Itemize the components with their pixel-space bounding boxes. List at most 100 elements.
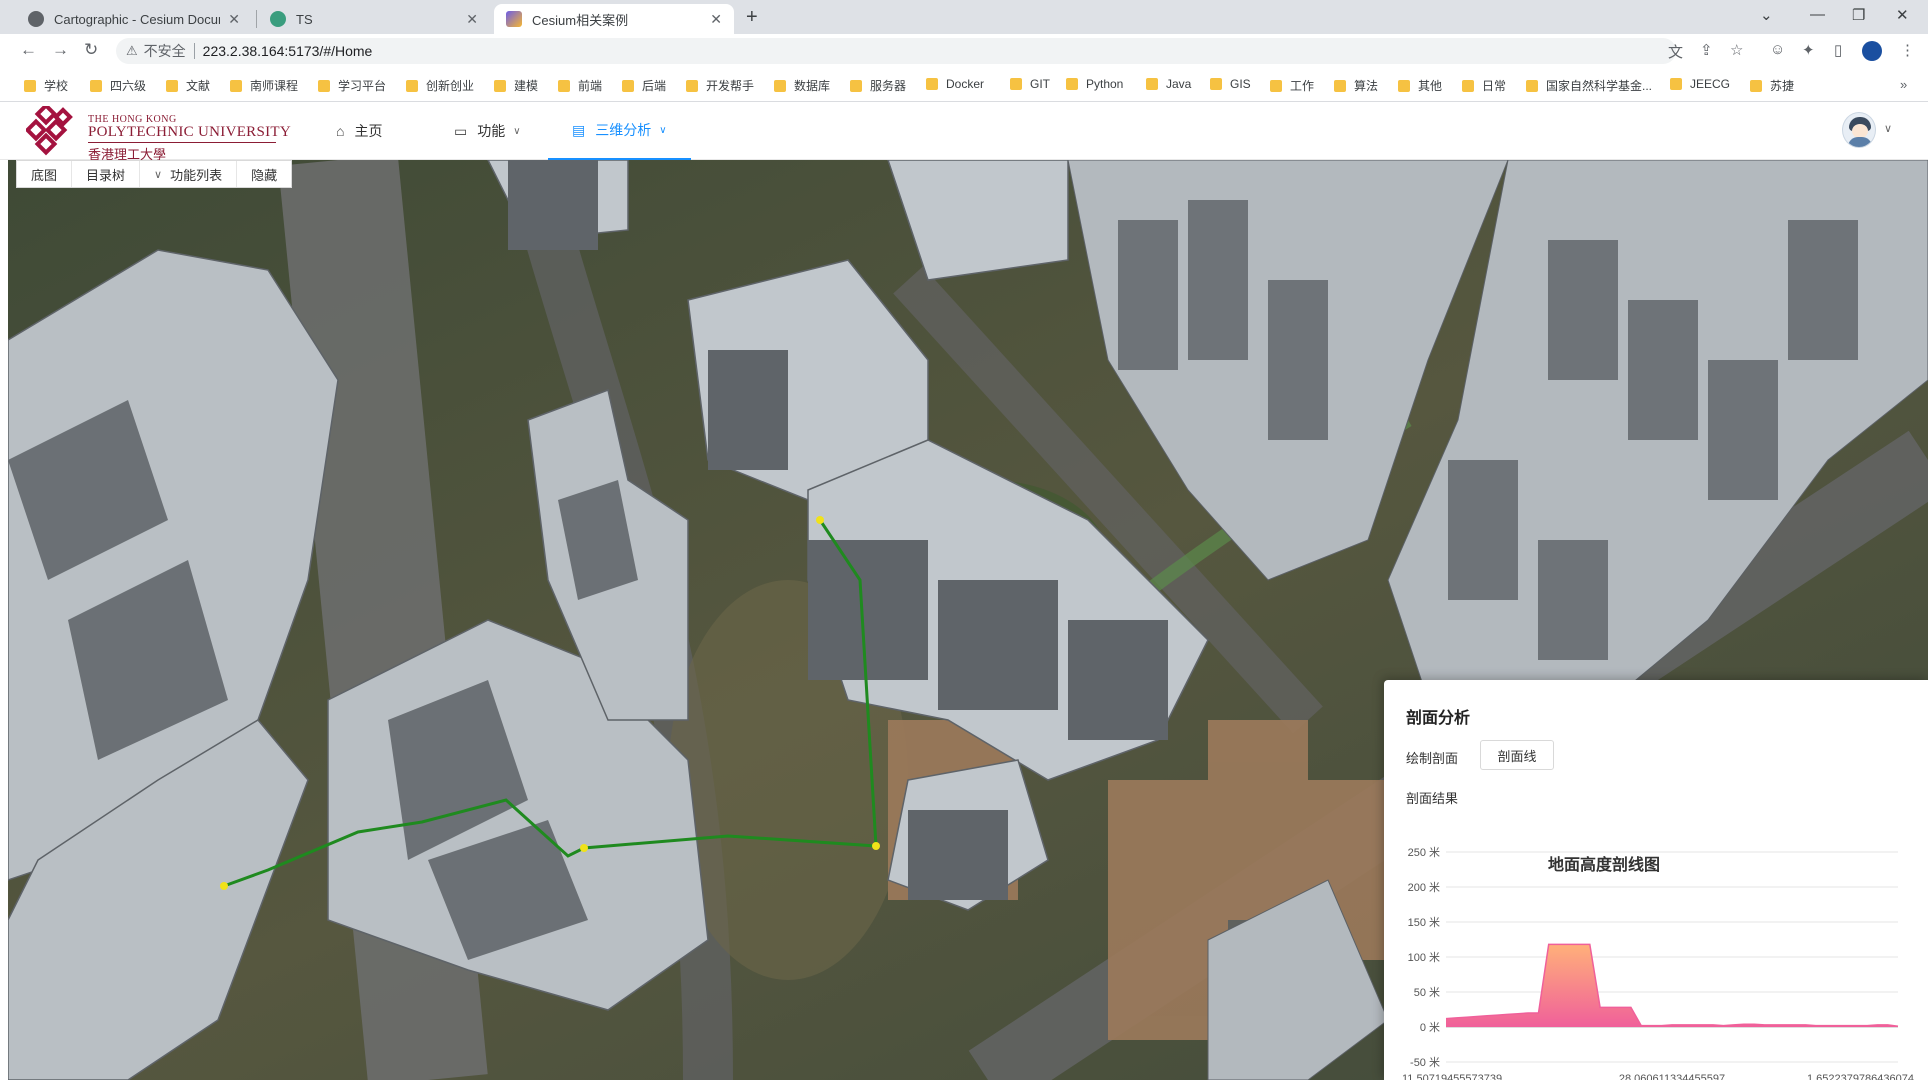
bookmark-folder[interactable]: 学习平台	[318, 77, 386, 94]
translate-icon[interactable]: 文	[1668, 41, 1683, 62]
folder-icon	[850, 79, 862, 92]
share-icon[interactable]: ⇪	[1700, 41, 1713, 59]
folder-icon	[774, 79, 786, 92]
tab-title: Cartographic - Cesium Documen	[54, 11, 220, 27]
y-tick-label: 250 米	[1408, 846, 1440, 859]
basemap-button[interactable]: 底图	[17, 161, 73, 187]
chevron-down-icon: ∨	[154, 168, 163, 181]
bookmark-folder[interactable]: 四六级	[90, 77, 146, 94]
chevron-down-icon[interactable]: ∨	[1884, 122, 1892, 135]
back-icon[interactable]: ←	[20, 40, 37, 60]
bookmark-folder[interactable]: GIS	[1210, 77, 1251, 91]
bookmark-folder[interactable]: 算法	[1334, 77, 1378, 94]
folder-icon	[24, 79, 36, 92]
bookmark-folder[interactable]: Docker	[926, 77, 984, 91]
bookmark-folder[interactable]: JEECG	[1670, 77, 1730, 91]
bookmark-folder[interactable]: 日常	[1462, 77, 1506, 94]
security-label[interactable]: 不安全	[144, 41, 186, 61]
folder-icon	[1146, 78, 1158, 90]
address-bar[interactable]: ⚠ 不安全 223.2.38.164:5173/#/Home	[116, 38, 1676, 64]
menu-home[interactable]: ⌂ 主页	[336, 102, 382, 160]
y-tick-label: 100 米	[1408, 951, 1440, 964]
folder-icon	[166, 79, 178, 92]
close-icon[interactable]: ✕	[710, 11, 722, 28]
tab-cesium-docs[interactable]: Cartographic - Cesium Documen ✕	[16, 4, 252, 34]
user-avatar[interactable]	[1842, 112, 1876, 148]
tab-search-icon[interactable]: ⌄	[1760, 6, 1773, 24]
more-menu-icon[interactable]: ⋮	[1900, 41, 1915, 59]
folder-icon	[1066, 78, 1078, 90]
tab-cesium-cases[interactable]: Cesium相关案例 ✕	[494, 4, 734, 34]
bookmark-folder[interactable]: 数据库	[774, 77, 830, 94]
chatgpt-icon	[270, 11, 286, 27]
folder-icon	[1526, 79, 1538, 92]
x-tick-label: 11.50719455573739	[1402, 1073, 1502, 1080]
feature-list-dropdown[interactable]: ∨ 功能列表	[140, 161, 238, 187]
bookmark-folder[interactable]: 建模	[494, 77, 538, 94]
chevron-down-icon: ∨	[513, 125, 521, 137]
folder-icon	[1010, 78, 1022, 90]
bookmark-folder[interactable]: 学校	[24, 77, 68, 94]
puzzle-icon[interactable]: ✦	[1802, 41, 1815, 59]
panel-title: 剖面分析	[1406, 710, 1471, 727]
polyu-logo-icon	[26, 106, 73, 156]
folder-icon	[230, 79, 242, 92]
bookmark-folder[interactable]: 后端	[622, 77, 666, 94]
folder-icon	[1750, 79, 1762, 92]
bookmark-folder[interactable]: Java	[1146, 77, 1191, 91]
folder-icon	[318, 79, 330, 92]
menu-3d-analysis[interactable]: ▤ 三维分析 ∨	[548, 102, 691, 160]
y-tick-label: -50 米	[1410, 1056, 1440, 1069]
browser-window: Cartographic - Cesium Documen ✕ TS ✕ Ces…	[0, 0, 1928, 1080]
new-tab-icon[interactable]: +	[746, 6, 758, 29]
chevron-down-icon: ∨	[659, 124, 667, 136]
bookmark-folder[interactable]: 其他	[1398, 77, 1442, 94]
vite-icon	[506, 11, 522, 27]
close-icon[interactable]: ✕	[228, 11, 240, 28]
catalog-tree-button[interactable]: 目录树	[72, 161, 141, 187]
y-tick-label: 200 米	[1408, 881, 1440, 894]
folder-icon	[686, 79, 698, 92]
folder-icon	[494, 79, 506, 92]
bookmark-folder[interactable]: 前端	[558, 77, 602, 94]
folder-icon	[1334, 79, 1346, 92]
bookmark-folder[interactable]: 创新创业	[406, 77, 474, 94]
bookmark-folder[interactable]: Python	[1066, 77, 1123, 91]
draw-profile-label: 绘制剖面	[1406, 751, 1459, 766]
y-tick-label: 50 米	[1414, 986, 1440, 999]
forward-icon[interactable]: →	[52, 40, 69, 60]
more-bookmarks-icon[interactable]: »	[1900, 77, 1907, 92]
folder-icon	[558, 79, 570, 92]
restore-icon[interactable]: ❐	[1852, 6, 1865, 24]
menu-functions[interactable]: ▭ 功能 ∨	[454, 102, 521, 160]
bookmark-folder[interactable]: 苏捷	[1750, 77, 1794, 94]
close-window-icon[interactable]: ✕	[1896, 6, 1909, 24]
bookmark-folder[interactable]: 开发帮手	[686, 77, 754, 94]
profile-line-button[interactable]: 剖面线	[1480, 740, 1554, 770]
profile-avatar[interactable]	[1862, 41, 1882, 61]
tab-ts[interactable]: TS ✕	[258, 4, 490, 34]
bookmark-folder[interactable]: GIT	[1010, 77, 1050, 91]
warning-icon[interactable]: ⚠	[126, 43, 138, 59]
folder-icon	[1670, 78, 1682, 90]
close-icon[interactable]: ✕	[466, 11, 478, 28]
home-icon: ⌂	[336, 123, 345, 139]
reload-icon[interactable]: ↻	[84, 40, 98, 60]
x-tick-label: 1.6522379786436074	[1807, 1073, 1914, 1080]
star-icon[interactable]: ☆	[1730, 41, 1743, 59]
bookmark-folder[interactable]: 服务器	[850, 77, 906, 94]
url-text[interactable]: 223.2.38.164:5173/#/Home	[203, 43, 373, 59]
bookmark-folder[interactable]: 南师课程	[230, 77, 298, 94]
calendar-icon: ▤	[572, 121, 586, 138]
profile-point	[872, 842, 880, 850]
extension-avatar-icon[interactable]: ☺	[1770, 41, 1785, 58]
bookmark-folder[interactable]: 工作	[1270, 77, 1314, 94]
folder-icon	[406, 79, 418, 92]
hide-button[interactable]: 隐藏	[237, 161, 291, 187]
bookmark-folder[interactable]: 文献	[166, 77, 210, 94]
y-tick-label: 150 米	[1408, 916, 1440, 929]
sidepanel-icon[interactable]: ▯	[1834, 41, 1842, 59]
minimize-icon[interactable]: —	[1810, 6, 1825, 23]
bookmark-folder[interactable]: 国家自然科学基金...	[1526, 77, 1652, 94]
briefcase-icon: ▭	[454, 122, 468, 139]
